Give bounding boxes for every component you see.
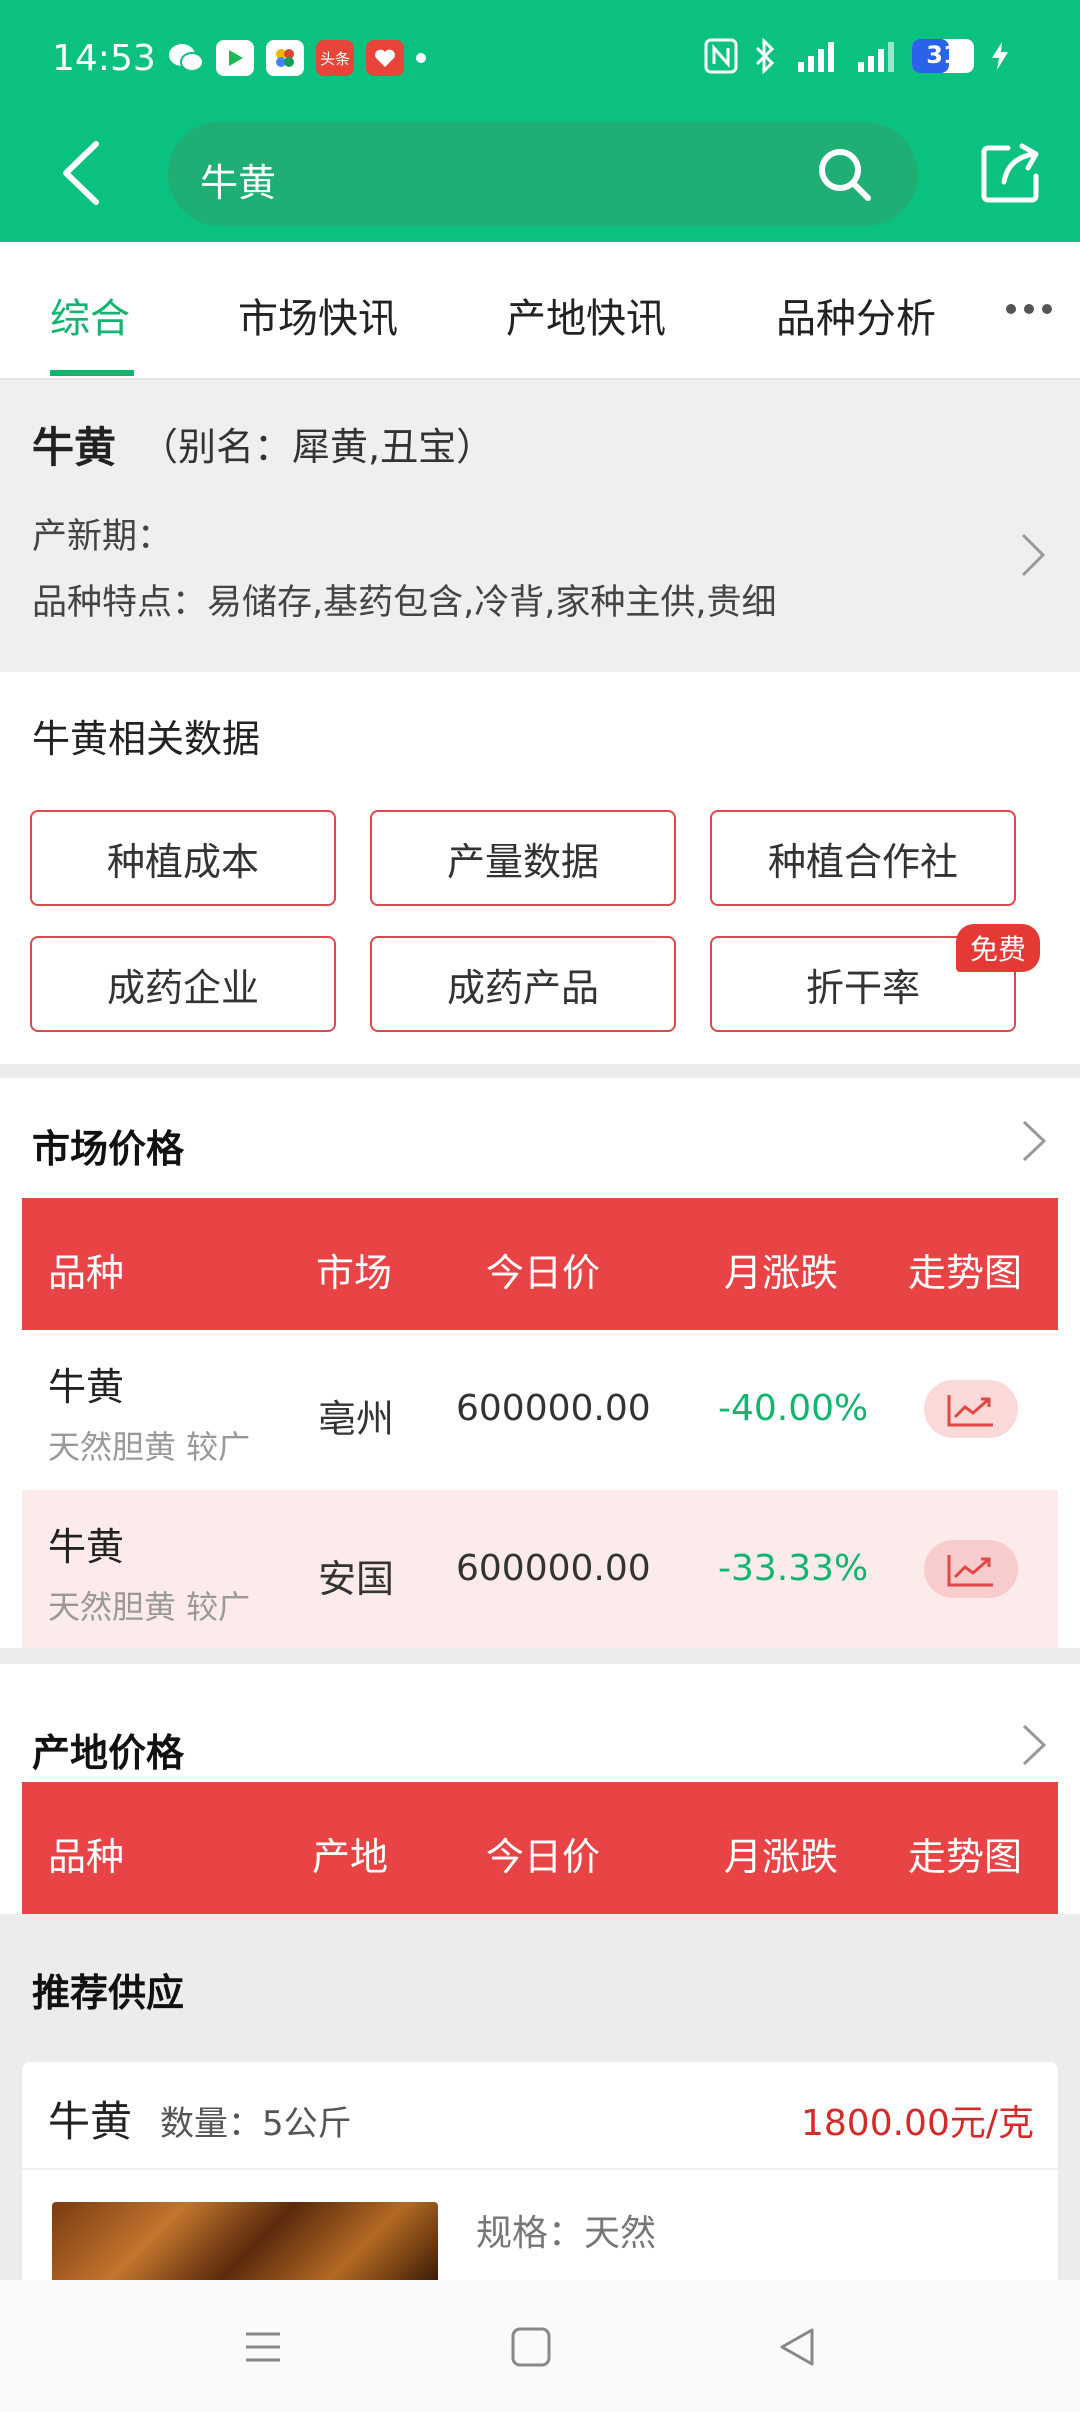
search-icon[interactable]	[814, 144, 874, 204]
col-trend: 走势图	[908, 1835, 1023, 1879]
herb-features: 品种特点：易储存,基药包含,冷背,家种主供,贵细	[32, 583, 777, 623]
bluetooth-icon	[755, 38, 775, 74]
row-market: 安国	[318, 1557, 395, 1601]
trend-chart-button[interactable]	[924, 1380, 1018, 1438]
related-data-title: 牛黄相关数据	[32, 717, 261, 761]
col-month-change: 月涨跌	[724, 1251, 839, 1295]
free-badge: 免费	[955, 924, 1040, 972]
tab-variety-analysis[interactable]: 品种分析	[776, 286, 936, 344]
row-price: 600000.00	[456, 1388, 651, 1429]
battery-icon: 31	[912, 39, 974, 73]
drying-rate-button[interactable]: 折干率 免费	[710, 924, 1040, 1032]
notification-dot	[416, 53, 426, 63]
col-today-price: 今日价	[486, 1251, 601, 1295]
share-icon[interactable]	[978, 140, 1044, 206]
row-change: -33.33%	[718, 1548, 869, 1589]
tab-bar: 综合 市场快讯 产地快讯 品种分析	[0, 242, 1080, 380]
col-origin: 产地	[312, 1835, 389, 1879]
supply-spec: 规格：天然	[476, 2213, 657, 2254]
search-input[interactable]: 牛黄	[168, 122, 918, 226]
back-button[interactable]	[56, 138, 106, 208]
pharma-product-button[interactable]: 成药产品	[370, 936, 676, 1032]
health-app-icon	[366, 40, 404, 76]
trend-chart-icon	[947, 1395, 993, 1427]
herb-alias: （别名：犀黄,丑宝）	[140, 425, 495, 469]
table-row[interactable]: 牛黄 天然胆黄 较广 安国 600000.00 -33.33%	[22, 1490, 1058, 1648]
back-nav-icon[interactable]	[770, 2320, 824, 2374]
search-text: 牛黄	[200, 161, 277, 205]
row-name: 牛黄	[48, 1525, 125, 1569]
home-icon[interactable]	[504, 2320, 558, 2374]
menu-icon[interactable]	[236, 2320, 290, 2374]
chevron-right-icon	[1021, 533, 1046, 577]
signal-5g-icon	[798, 42, 834, 72]
supply-name: 牛黄	[48, 2097, 133, 2146]
market-price-title: 市场价格	[32, 1127, 185, 1171]
status-app-icons: 头条	[168, 40, 426, 76]
col-today-price: 今日价	[486, 1835, 601, 1879]
market-price-header: 品种 市场 今日价 月涨跌 走势图	[22, 1198, 1058, 1330]
origin-price-more-icon[interactable]	[1020, 1722, 1048, 1768]
pharma-company-button[interactable]: 成药企业	[30, 936, 336, 1032]
nfc-icon	[704, 38, 738, 74]
row-spec: 天然胆黄 较广	[48, 1588, 251, 1626]
supply-price: 1800.00元/克	[801, 2103, 1034, 2144]
row-name: 牛黄	[48, 1365, 125, 1409]
col-market: 市场	[316, 1251, 393, 1295]
recommend-title: 推荐供应	[32, 1971, 185, 2015]
related-data-section: 牛黄相关数据 种植成本 产量数据 种植合作社 成药企业 成药产品 折干率 免费	[0, 672, 1080, 1064]
system-nav-bar	[0, 2280, 1080, 2412]
tab-overview[interactable]: 综合	[50, 286, 130, 344]
multi-app-icon	[266, 40, 304, 76]
market-price-section: 市场价格 品种 市场 今日价 月涨跌 走势图 牛黄 天然胆黄 较广 亳州 600…	[0, 1078, 1080, 1648]
production-data-button[interactable]: 产量数据	[370, 810, 676, 906]
active-tab-indicator	[50, 370, 134, 376]
app-header: 14:53 头条 31 牛黄	[0, 0, 1080, 242]
divider	[22, 2168, 1058, 2170]
herb-info-panel[interactable]: 牛黄 （别名：犀黄,丑宝） 产新期： 品种特点：易储存,基药包含,冷背,家种主供…	[0, 380, 1080, 672]
drying-rate-label: 折干率	[805, 965, 920, 1010]
tab-origin-news[interactable]: 产地快讯	[506, 286, 666, 344]
toutiao-icon: 头条	[316, 40, 354, 76]
cooperative-button[interactable]: 种植合作社	[710, 810, 1016, 906]
table-row[interactable]: 牛黄 天然胆黄 较广 亳州 600000.00 -40.00%	[22, 1330, 1058, 1488]
planting-cost-button[interactable]: 种植成本	[30, 810, 336, 906]
market-price-more-icon[interactable]	[1020, 1118, 1048, 1164]
col-month-change: 月涨跌	[724, 1835, 839, 1879]
signal-5g-icon-2	[858, 42, 894, 72]
herb-name: 牛黄	[32, 423, 117, 472]
col-variety: 品种	[48, 1835, 125, 1879]
row-market: 亳州	[318, 1397, 395, 1441]
wechat-icon	[169, 44, 204, 72]
origin-price-title: 产地价格	[32, 1731, 185, 1775]
row-change: -40.00%	[718, 1388, 869, 1429]
status-time: 14:53	[52, 38, 156, 79]
trend-chart-icon	[947, 1555, 993, 1587]
col-variety: 品种	[48, 1251, 125, 1295]
charging-icon	[992, 42, 1008, 70]
status-indicators: 31	[704, 38, 1010, 74]
tab-market-news[interactable]: 市场快讯	[238, 286, 398, 344]
row-spec: 天然胆黄 较广	[48, 1428, 251, 1466]
trend-chart-button[interactable]	[924, 1540, 1018, 1598]
harvest-period: 产新期：	[32, 517, 173, 557]
col-trend: 走势图	[908, 1251, 1023, 1295]
origin-price-section: 产地价格 品种 产地 今日价 月涨跌 走势图	[0, 1664, 1080, 1914]
row-price: 600000.00	[456, 1548, 651, 1589]
video-app-icon	[216, 40, 254, 76]
origin-price-header: 品种 产地 今日价 月涨跌 走势图	[22, 1782, 1058, 1914]
supply-quantity: 数量：5公斤	[160, 2104, 352, 2144]
more-tabs-icon[interactable]	[1006, 304, 1052, 314]
